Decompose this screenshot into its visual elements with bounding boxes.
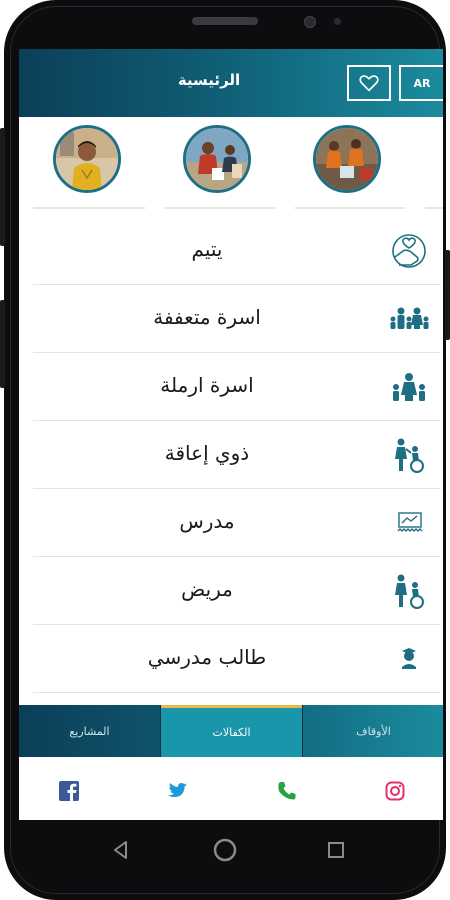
family-icon [389,299,429,339]
tab-endowments[interactable]: الأوقاف [303,705,443,757]
story-workers[interactable] [183,125,251,193]
sensor [334,18,341,25]
bottom-tab-bar: المشاريع الكفالات الأوقاف [19,705,443,757]
story-divider [295,207,405,209]
system-nav-bar [4,820,446,880]
list-item-needy-family[interactable]: اسرة متعففة [33,285,441,353]
list-item-label: يتيم [191,237,223,261]
story-divider [165,207,275,209]
recents-nav-icon[interactable] [322,836,350,864]
bixby-button [0,300,5,388]
social-links-bar [19,757,443,820]
phone-icon[interactable] [275,779,299,803]
twitter-icon[interactable] [165,779,189,803]
list-item-orphan[interactable]: يتيم [33,217,441,285]
app-header: الرئيسية AR [19,49,443,117]
facebook-icon[interactable] [57,779,81,803]
favorites-button[interactable] [347,65,391,101]
student-icon [389,639,429,679]
volume-button [0,128,5,246]
story-aid[interactable] [313,125,381,193]
back-nav-icon[interactable] [107,836,135,864]
tab-projects[interactable]: المشاريع [19,705,160,757]
app-screen: الرئيسية AR يتيم اسرة متعففة اسرة ارملة … [19,49,443,820]
stories-strip [19,117,443,213]
heart-outline-icon [359,75,379,92]
list-item-label: اسرة متعففة [153,305,261,329]
story-child[interactable] [53,125,121,193]
wheelchair-icon [389,435,429,475]
list-item-label: مدرس [179,509,235,533]
phone-frame: الرئيسية AR يتيم اسرة متعففة اسرة ارملة … [4,0,446,900]
hand-heart-icon [389,231,429,271]
list-item-label: اسرة ارملة [160,373,254,397]
home-nav-icon[interactable] [211,836,239,864]
list-item-student[interactable]: طالب مدرسي [33,625,441,693]
page-title: الرئيسية [177,71,241,89]
widow-family-icon [389,367,429,407]
tab-sponsorships[interactable]: الكفالات [161,705,302,757]
power-button [445,250,450,340]
list-item-label: مريض [181,577,233,601]
teacher-board-icon [389,503,429,543]
speaker [192,17,258,25]
story-divider [33,207,145,209]
list-item-widow-family[interactable]: اسرة ارملة [33,353,441,421]
list-item-label: طالب مدرسي [147,645,267,669]
front-camera [304,16,316,28]
instagram-icon[interactable] [383,779,407,803]
list-item-disabled[interactable]: ذوي إعاقة [33,421,441,489]
list-item-patient[interactable]: مريض [33,557,441,625]
patient-wheelchair-icon [389,571,429,611]
list-item-label: ذوي إعاقة [164,441,250,465]
list-item-teacher[interactable]: مدرس [33,489,441,557]
language-button[interactable]: AR [399,65,443,101]
story-divider [425,207,443,209]
